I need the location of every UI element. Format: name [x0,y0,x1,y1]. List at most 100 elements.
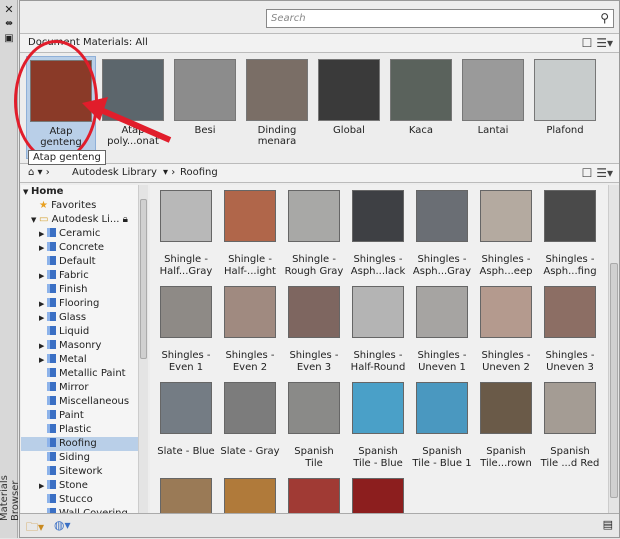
library-material-tile[interactable] [282,475,346,513]
library-material-tile[interactable]: Shingle - Half...Gray [154,187,218,278]
library-material-tile[interactable]: Shingles - Uneven 2 [474,283,538,374]
expand-toggle[interactable]: ▶ [39,311,47,325]
material-name-line1: Shingles - [417,350,467,361]
create-material-icon[interactable]: ◍▾ [54,518,71,532]
tree-item[interactable]: Finish [21,283,138,297]
document-material-tile[interactable]: Atap poly...onat [98,56,168,159]
library-material-tile[interactable] [346,475,410,513]
expand-toggle[interactable]: ▶ [39,479,47,493]
library-material-tile[interactable]: Shingles - Uneven 3 [538,283,602,374]
library-material-tile[interactable]: Shingles - Even 3 [282,283,346,374]
library-material-tile[interactable]: Shingles - Half-Round [346,283,410,374]
material-name: Slate - Blue [154,446,218,458]
tree-item-label: Siding [59,452,90,463]
expand-toggle[interactable]: ▶ [39,227,47,241]
tree-item[interactable]: Sitework [21,465,138,479]
tree-item[interactable]: ▶ Ceramic [21,227,138,241]
document-material-tile[interactable]: Dinding menara [242,56,312,159]
library-material-tile[interactable]: Shingle - Half-...ight [218,187,282,278]
tree-scrollbar[interactable] [138,185,148,513]
close-icon[interactable]: ✕ [3,4,15,16]
view-options-icon[interactable]: ☐ ☰▾ [582,36,613,50]
library-material-tile[interactable]: Spanish Tile ...d Red [538,379,602,470]
document-material-tile[interactable]: Global [314,56,384,159]
tree-item[interactable]: ▼ ▭ Autodesk Li... 🔒︎ [21,213,138,227]
breadcrumb-library[interactable]: Autodesk Library [72,167,157,178]
tree-item[interactable]: ▶ Stone [21,479,138,493]
material-swatch [288,478,340,513]
document-materials-bar: Document Materials: All ☐ ☰▾ [20,33,619,53]
document-material-tile[interactable]: Atap genteng [26,56,96,159]
search-input[interactable]: Search ⚲ [266,9,614,28]
document-materials-filter[interactable]: Document Materials: All [28,37,148,48]
material-name-line1: Slate - Gray [220,446,280,457]
tree-item-label: Liquid [59,326,90,337]
tree-item[interactable]: ▶ Glass [21,311,138,325]
tree-item[interactable]: Roofing [21,437,138,451]
category-icon [47,410,56,419]
expand-toggle[interactable]: ▶ [39,353,47,367]
library-dropdown-icon[interactable]: ▾ › [163,167,175,178]
material-name-line1: Global [333,125,365,136]
material-name-line1: Lantai [477,125,509,136]
tree-item[interactable]: Plastic [21,423,138,437]
tree-item[interactable]: Stucco [21,493,138,507]
library-material-tile[interactable]: Spanish Tile - Blue [346,379,410,470]
material-name: Shingles - Uneven 3 [538,350,602,374]
document-material-tile[interactable]: Plafond [530,56,600,159]
tree-item[interactable]: ▶ Metal [21,353,138,367]
library-material-tile[interactable]: Shingles - Asph...Gray [410,187,474,278]
library-material-tile[interactable]: Shingles - Asph...lack [346,187,410,278]
library-material-tile[interactable]: Shingles - Even 2 [218,283,282,374]
material-name-line1: Shingles - [481,350,531,361]
expand-toggle[interactable]: ▶ [39,297,47,311]
tree-item-label: Paint [59,410,84,421]
library-material-tile[interactable]: Shingles - Even 1 [154,283,218,374]
category-icon [47,452,56,461]
library-material-tile[interactable]: Spanish Tile - Blue 1 [410,379,474,470]
library-material-tile[interactable] [218,475,282,513]
document-material-tile[interactable]: Lantai [458,56,528,159]
expand-toggle[interactable]: ▶ [39,269,47,283]
library-view-options-icon[interactable]: ☐ ☰▾ [582,166,613,180]
tree-item[interactable]: Miscellaneous [21,395,138,409]
expand-toggle[interactable]: ▶ [39,339,47,353]
library-material-tile[interactable]: Slate - Gray [218,379,282,458]
library-material-tile[interactable]: Spanish Tile [282,379,346,470]
tree-item[interactable]: ▼ Home [21,185,138,199]
expand-toggle[interactable]: ▼ [23,185,31,199]
tree-item[interactable]: Siding [21,451,138,465]
document-material-tile[interactable]: Kaca [386,56,456,159]
tree-item[interactable]: ▶ Masonry [21,339,138,353]
tree-item[interactable]: Default [21,255,138,269]
expand-toggle[interactable]: ▶ [39,241,47,255]
tree-item[interactable]: Paint [21,409,138,423]
tree-item[interactable]: Mirror [21,381,138,395]
tree-item[interactable]: ★ Favorites [21,199,138,213]
material-swatch [544,190,596,242]
library-material-tile[interactable] [154,475,218,513]
tree-item-label: Glass [59,312,87,323]
tree-item[interactable]: ▶ Flooring [21,297,138,311]
library-material-tile[interactable]: Shingles - Uneven 1 [410,283,474,374]
manage-library-icon[interactable]: 🗀▾ [26,518,44,539]
document-material-tile[interactable]: Besi [170,56,240,159]
auto-hide-icon[interactable]: ⇹ [3,18,15,30]
search-icon[interactable]: ⚲ [600,11,609,25]
tree-item[interactable]: ▶ Concrete [21,241,138,255]
library-material-tile[interactable]: Spanish Tile...rown [474,379,538,470]
library-scrollbar[interactable] [608,185,619,513]
library-material-tile[interactable]: Shingles - Asph...fing [538,187,602,278]
tree-item[interactable]: Liquid [21,325,138,339]
expand-toggle[interactable]: ▼ [31,213,39,227]
library-material-tile[interactable]: Shingle - Rough Gray [282,187,346,278]
tree-item[interactable]: Metallic Paint [21,367,138,381]
material-swatch [30,60,92,122]
breadcrumb-category[interactable]: Roofing [180,167,218,178]
home-icon[interactable]: ⌂ ▾ › [28,167,50,178]
tree-item[interactable]: ▶ Fabric [21,269,138,283]
material-editor-icon[interactable]: ▤ [603,518,613,531]
library-material-tile[interactable]: Shingles - Asph...eep [474,187,538,278]
library-material-tile[interactable]: Slate - Blue [154,379,218,458]
properties-icon[interactable]: ▣ [3,33,15,45]
